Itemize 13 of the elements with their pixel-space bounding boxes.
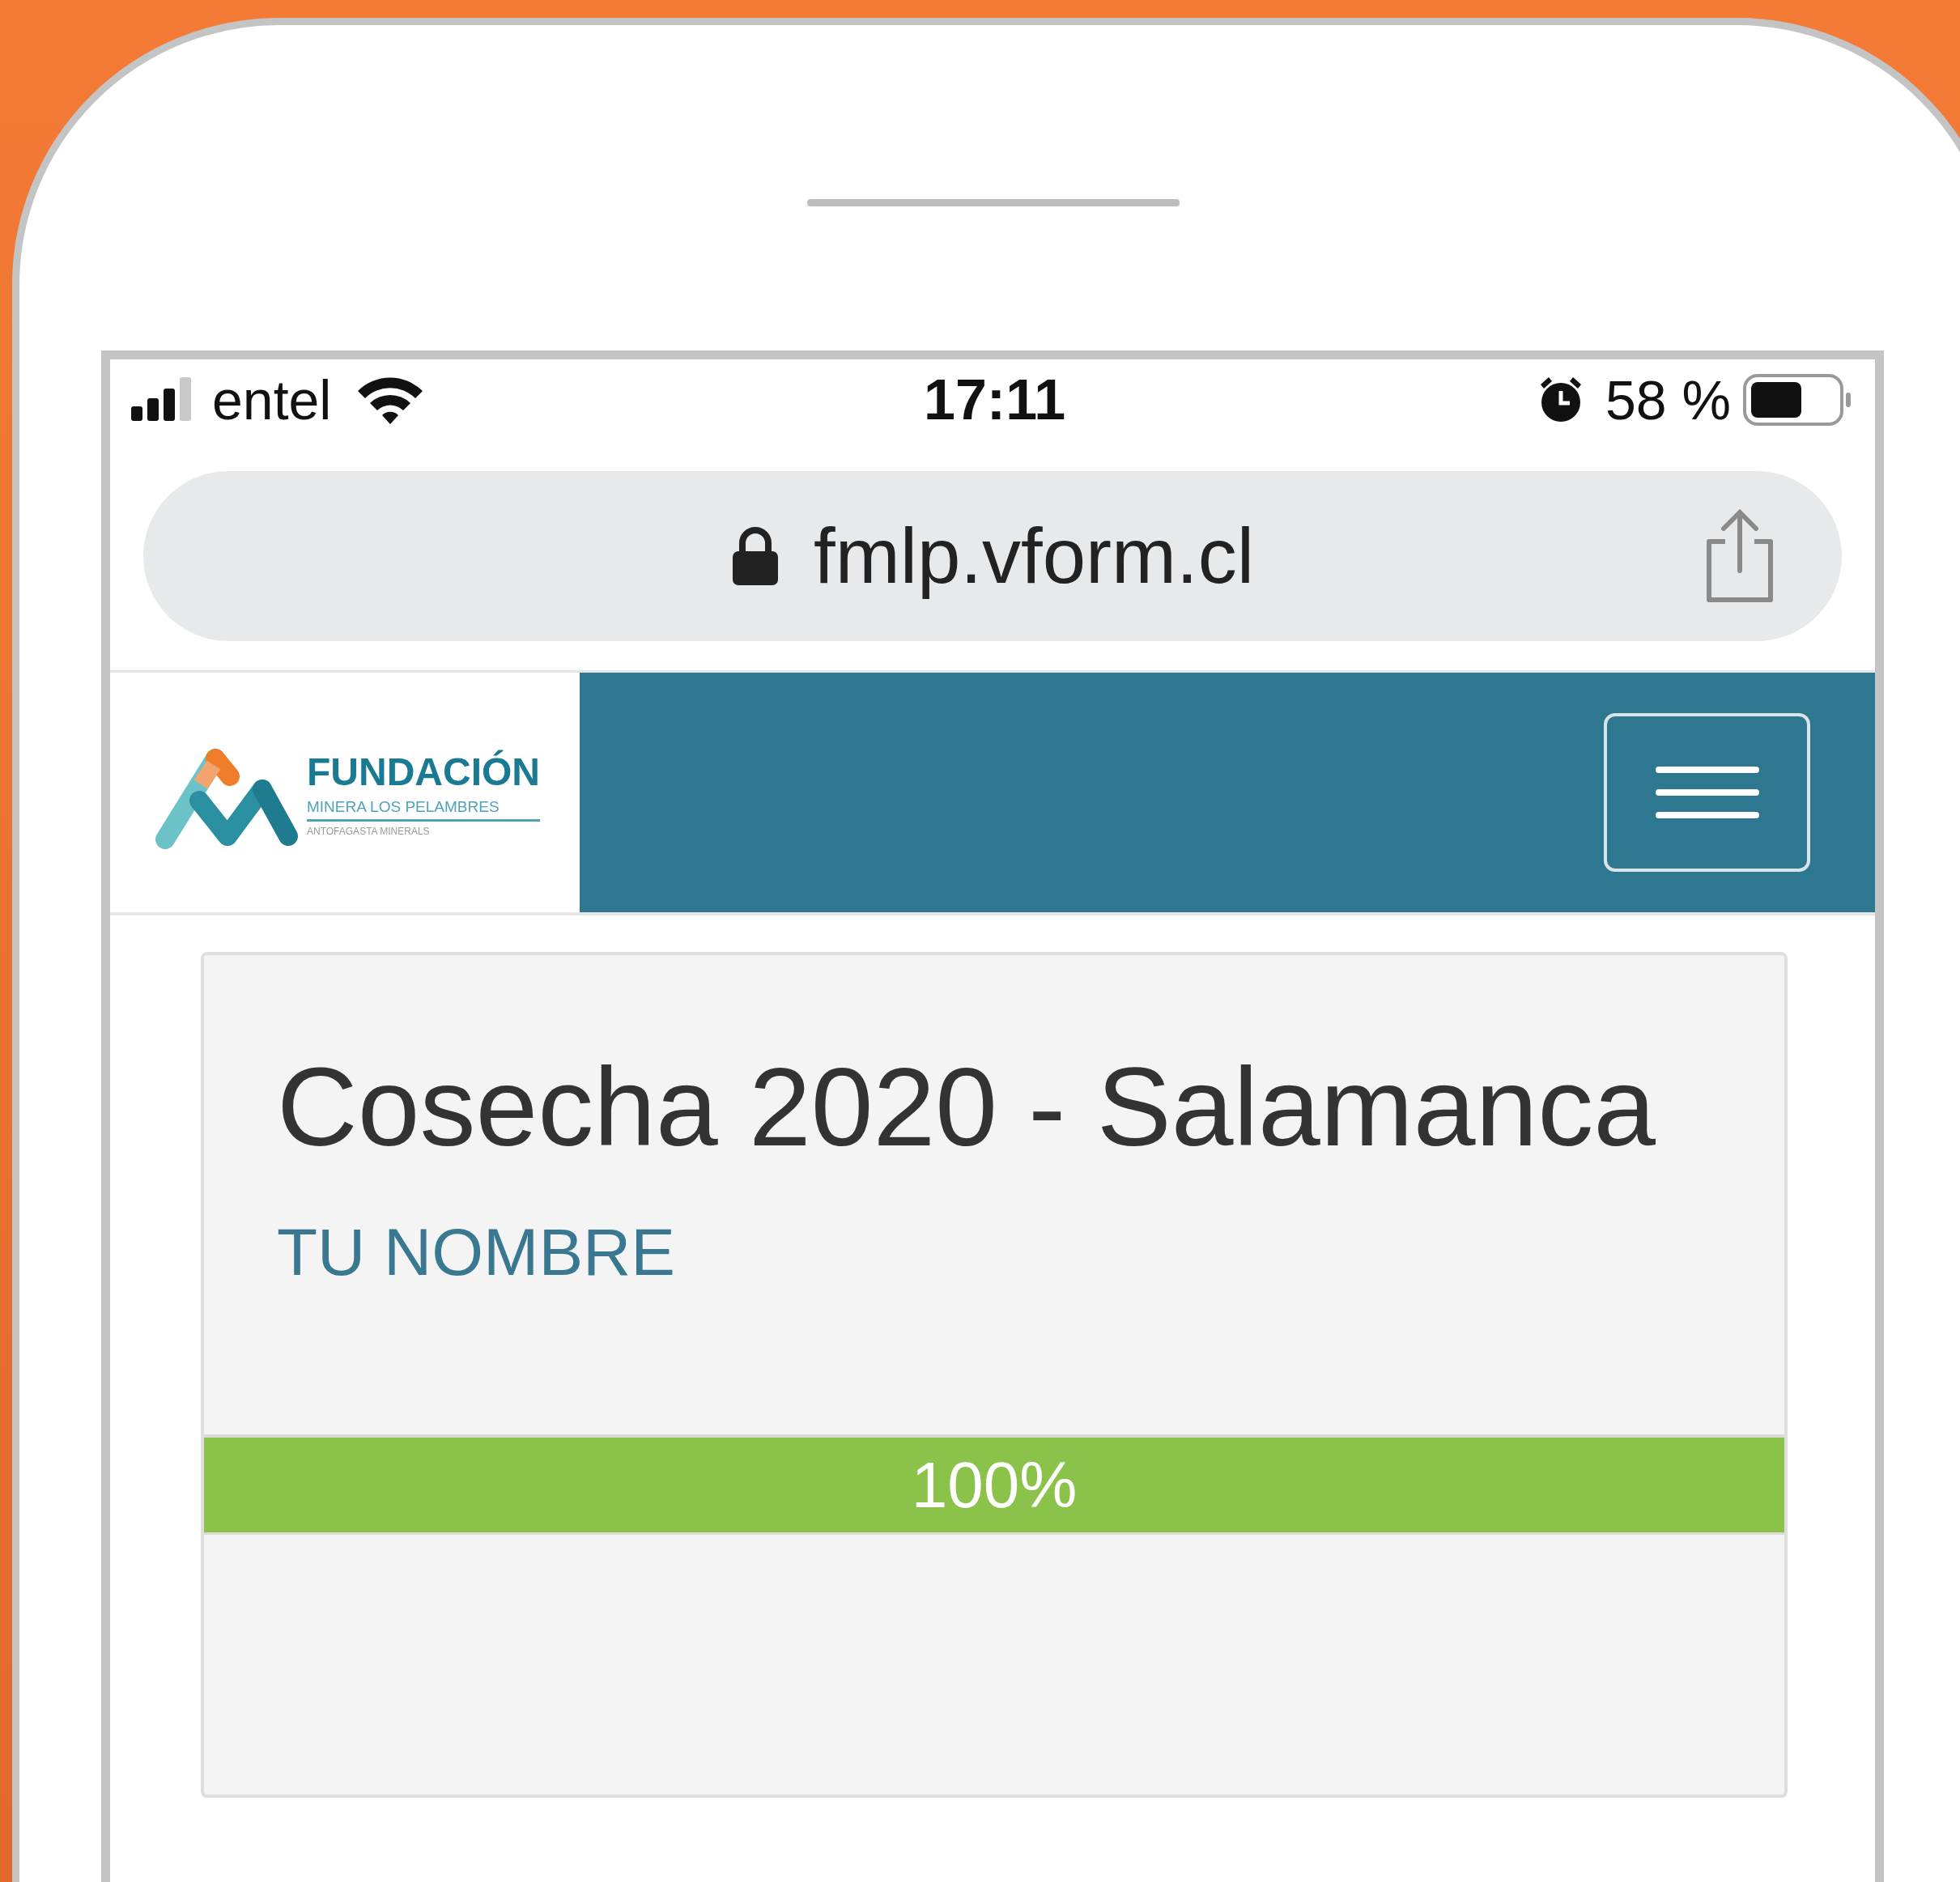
menu-button[interactable] (1604, 713, 1810, 872)
url-text: fmlp.vform.cl (814, 512, 1254, 601)
logo-subtitle: MINERA LOS PELAMBRES (307, 798, 540, 822)
logo-title: FUNDACIÓN (307, 749, 540, 796)
clock-time: 17:11 (924, 372, 1066, 428)
logo-tagline: ANTOFAGASTA MINERALS (307, 826, 431, 836)
form-title: Cosecha 2020 - Salamanca (277, 1051, 1657, 1162)
form-subtitle: TU NOMBRE (277, 1219, 676, 1285)
lock-icon (731, 525, 780, 587)
address-bar[interactable]: fmlp.vform.cl (143, 471, 1842, 641)
carrier-name: entel (212, 372, 332, 427)
battery-percent: 58 % (1605, 372, 1731, 427)
progress-label: 100% (911, 1452, 1078, 1518)
